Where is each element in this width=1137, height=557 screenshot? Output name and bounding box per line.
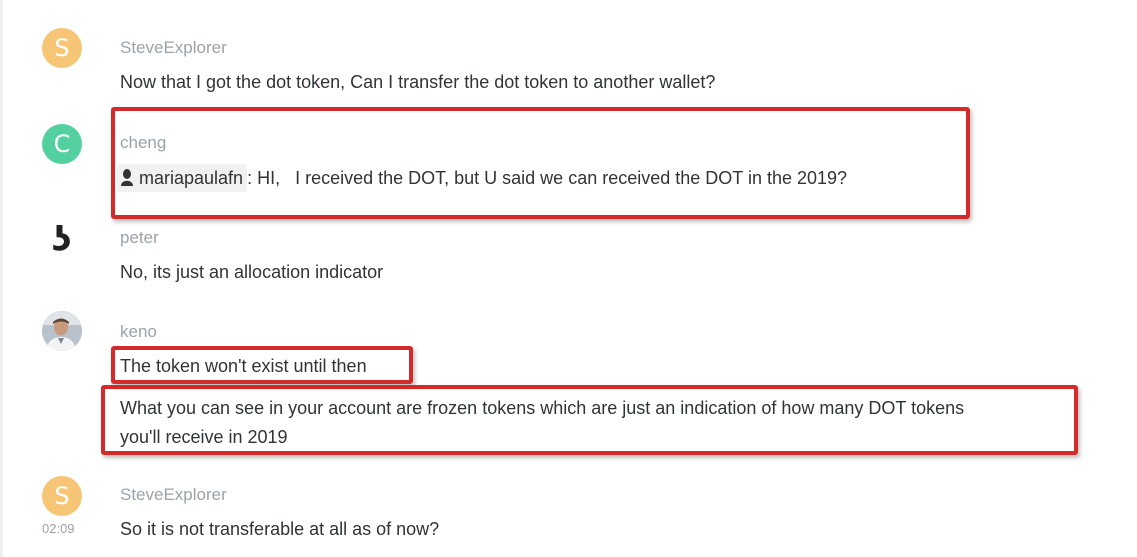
message-text: Now that I got the dot token, Can I tran… (120, 72, 716, 92)
username[interactable]: peter (120, 228, 159, 248)
avatar[interactable]: C (42, 124, 82, 164)
avatar-glyph: ʖ (52, 220, 71, 259)
left-edge (0, 0, 3, 557)
avatar[interactable]: S (42, 476, 82, 516)
username[interactable]: SteveExplorer (120, 38, 227, 58)
avatar[interactable]: ʖ (42, 215, 82, 260)
message-text: No, its just an allocation indicator (120, 262, 384, 282)
message-text: So it is not transferable at all as of n… (120, 519, 440, 539)
peter-glyph-icon: ʖ (52, 220, 71, 260)
username[interactable]: SteveExplorer (120, 485, 227, 505)
avatar[interactable] (42, 311, 82, 351)
highlight-box (111, 346, 413, 384)
timestamp: 02:09 (42, 521, 75, 536)
user-photo-icon (42, 311, 82, 351)
highlight-box (101, 385, 1078, 455)
highlight-box (111, 107, 970, 219)
avatar[interactable]: S (42, 28, 82, 68)
username[interactable]: keno (120, 322, 157, 342)
